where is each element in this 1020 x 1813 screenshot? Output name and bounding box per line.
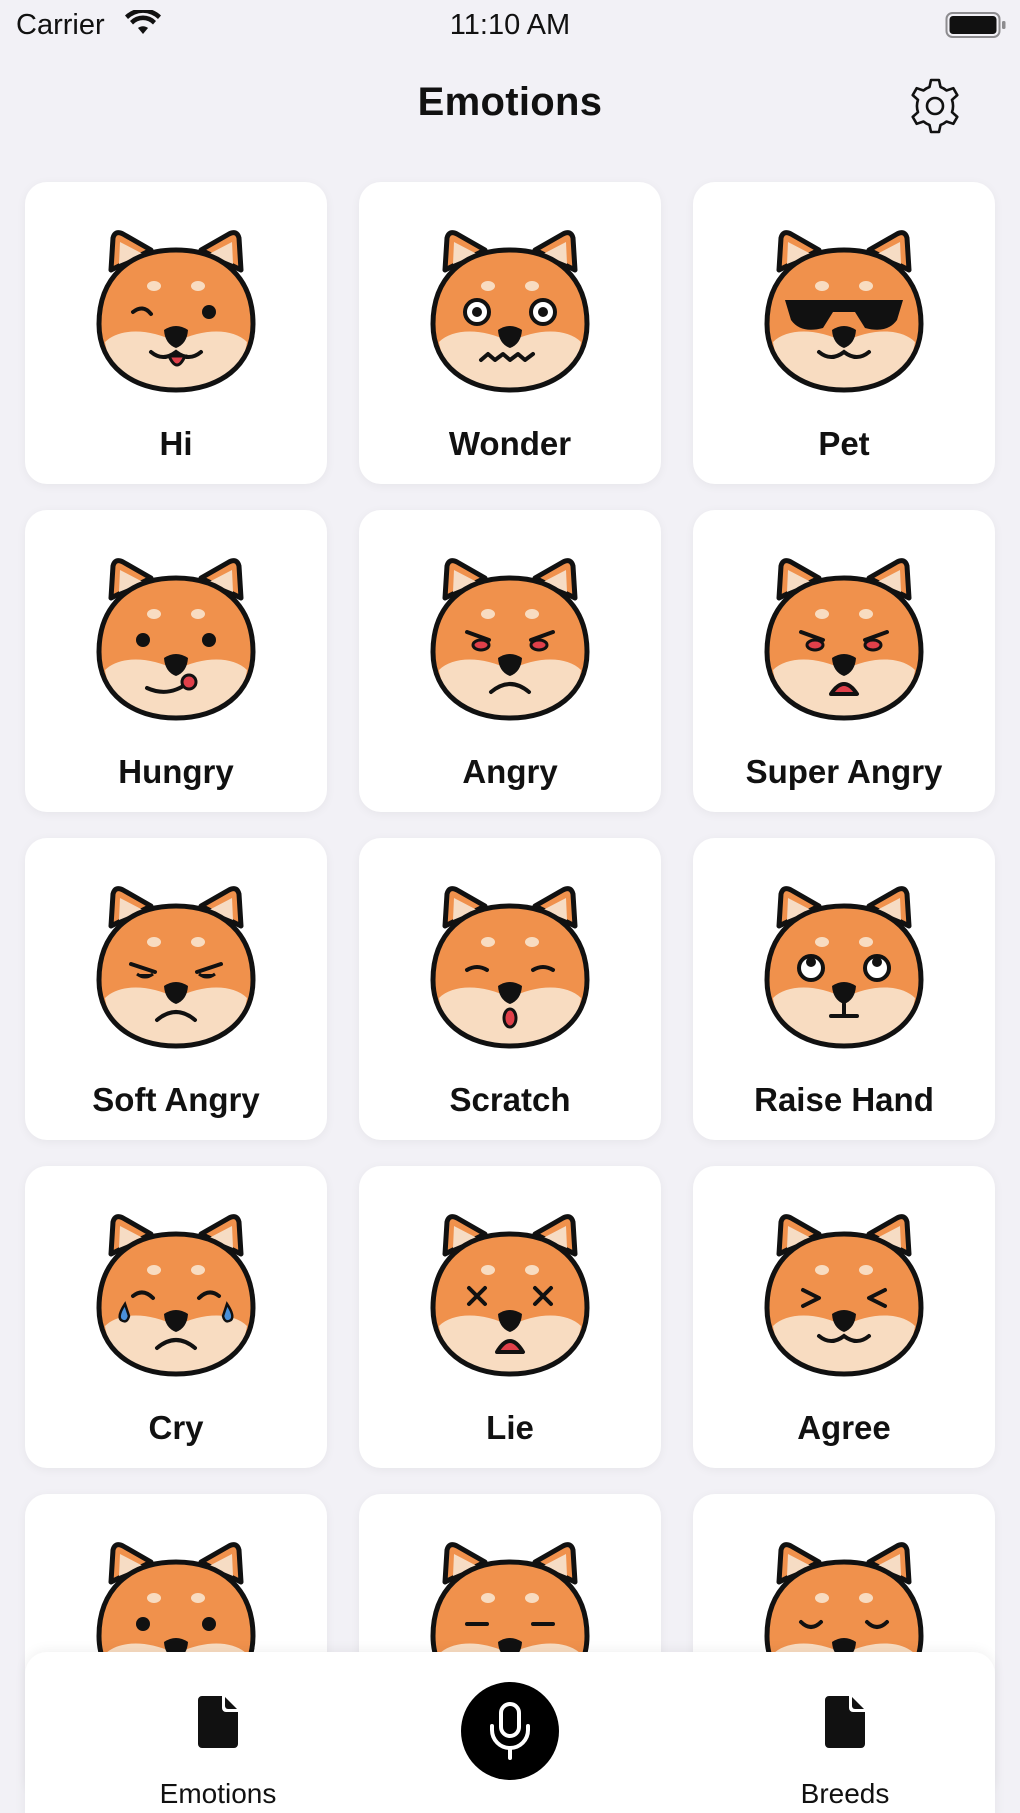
dog-face-icon (96, 230, 256, 393)
emotion-label: Scratch (449, 1081, 571, 1118)
document-icon (825, 1696, 865, 1748)
emotion-card[interactable]: Scratch (359, 838, 661, 1140)
dog-face-icon (430, 886, 590, 1049)
dog-face-icon (764, 1214, 924, 1377)
emotion-label: Soft Angry (92, 1081, 260, 1118)
dog-face-icon (96, 558, 256, 721)
tab-bar: Emotions Breeds (25, 1652, 995, 1813)
emotion-card[interactable]: Super Angry (693, 510, 995, 812)
emotion-card[interactable]: Lie (359, 1166, 661, 1468)
dog-face-icon (764, 230, 924, 393)
dog-face-icon (96, 1214, 256, 1377)
emotion-label: Lie (486, 1409, 534, 1446)
emotion-card[interactable]: Cry (25, 1166, 327, 1468)
dog-face-icon (96, 886, 256, 1049)
emotion-card[interactable]: Pet (693, 182, 995, 484)
tab-emotions-label: Emotions (159, 1778, 277, 1809)
status-bar: Carrier 11:10 AM (0, 0, 1020, 52)
tab-breeds[interactable]: Breeds (725, 1652, 965, 1813)
emotion-card[interactable]: Hungry (25, 510, 327, 812)
dog-face-icon (430, 558, 590, 721)
clock: 11:10 AM (449, 9, 571, 41)
emotion-label: Hi (159, 425, 193, 462)
emotion-label: Agree (797, 1409, 891, 1446)
emotion-card[interactable]: Agree (693, 1166, 995, 1468)
tab-emotions[interactable]: Emotions (98, 1652, 338, 1813)
emotion-label: Cry (148, 1409, 204, 1446)
dog-face-icon (430, 230, 590, 393)
emotion-grid: Hi Wonder Pet Hungry Angry Super Angry S… (25, 182, 995, 1796)
emotion-label: Hungry (118, 753, 234, 790)
microphone-icon (490, 1702, 530, 1760)
document-icon (198, 1696, 238, 1748)
page-title: Emotions (417, 80, 603, 124)
emotion-label: Pet (818, 425, 870, 462)
tab-breeds-label: Breeds (800, 1778, 890, 1809)
emotion-label: Angry (462, 753, 558, 790)
dog-face-icon (764, 886, 924, 1049)
emotion-label: Super Angry (745, 753, 943, 790)
battery-icon (945, 12, 1006, 38)
record-button[interactable] (461, 1682, 559, 1780)
emotion-label: Raise Hand (754, 1081, 934, 1118)
emotion-card[interactable]: Soft Angry (25, 838, 327, 1140)
dog-face-icon (764, 558, 924, 721)
dog-face-icon (430, 1214, 590, 1377)
emotion-card[interactable]: Raise Hand (693, 838, 995, 1140)
emotion-card[interactable]: Wonder (359, 182, 661, 484)
emotion-card[interactable]: Hi (25, 182, 327, 484)
emotion-card[interactable]: Angry (359, 510, 661, 812)
emotion-label: Wonder (448, 425, 572, 462)
gear-icon[interactable] (905, 76, 965, 136)
